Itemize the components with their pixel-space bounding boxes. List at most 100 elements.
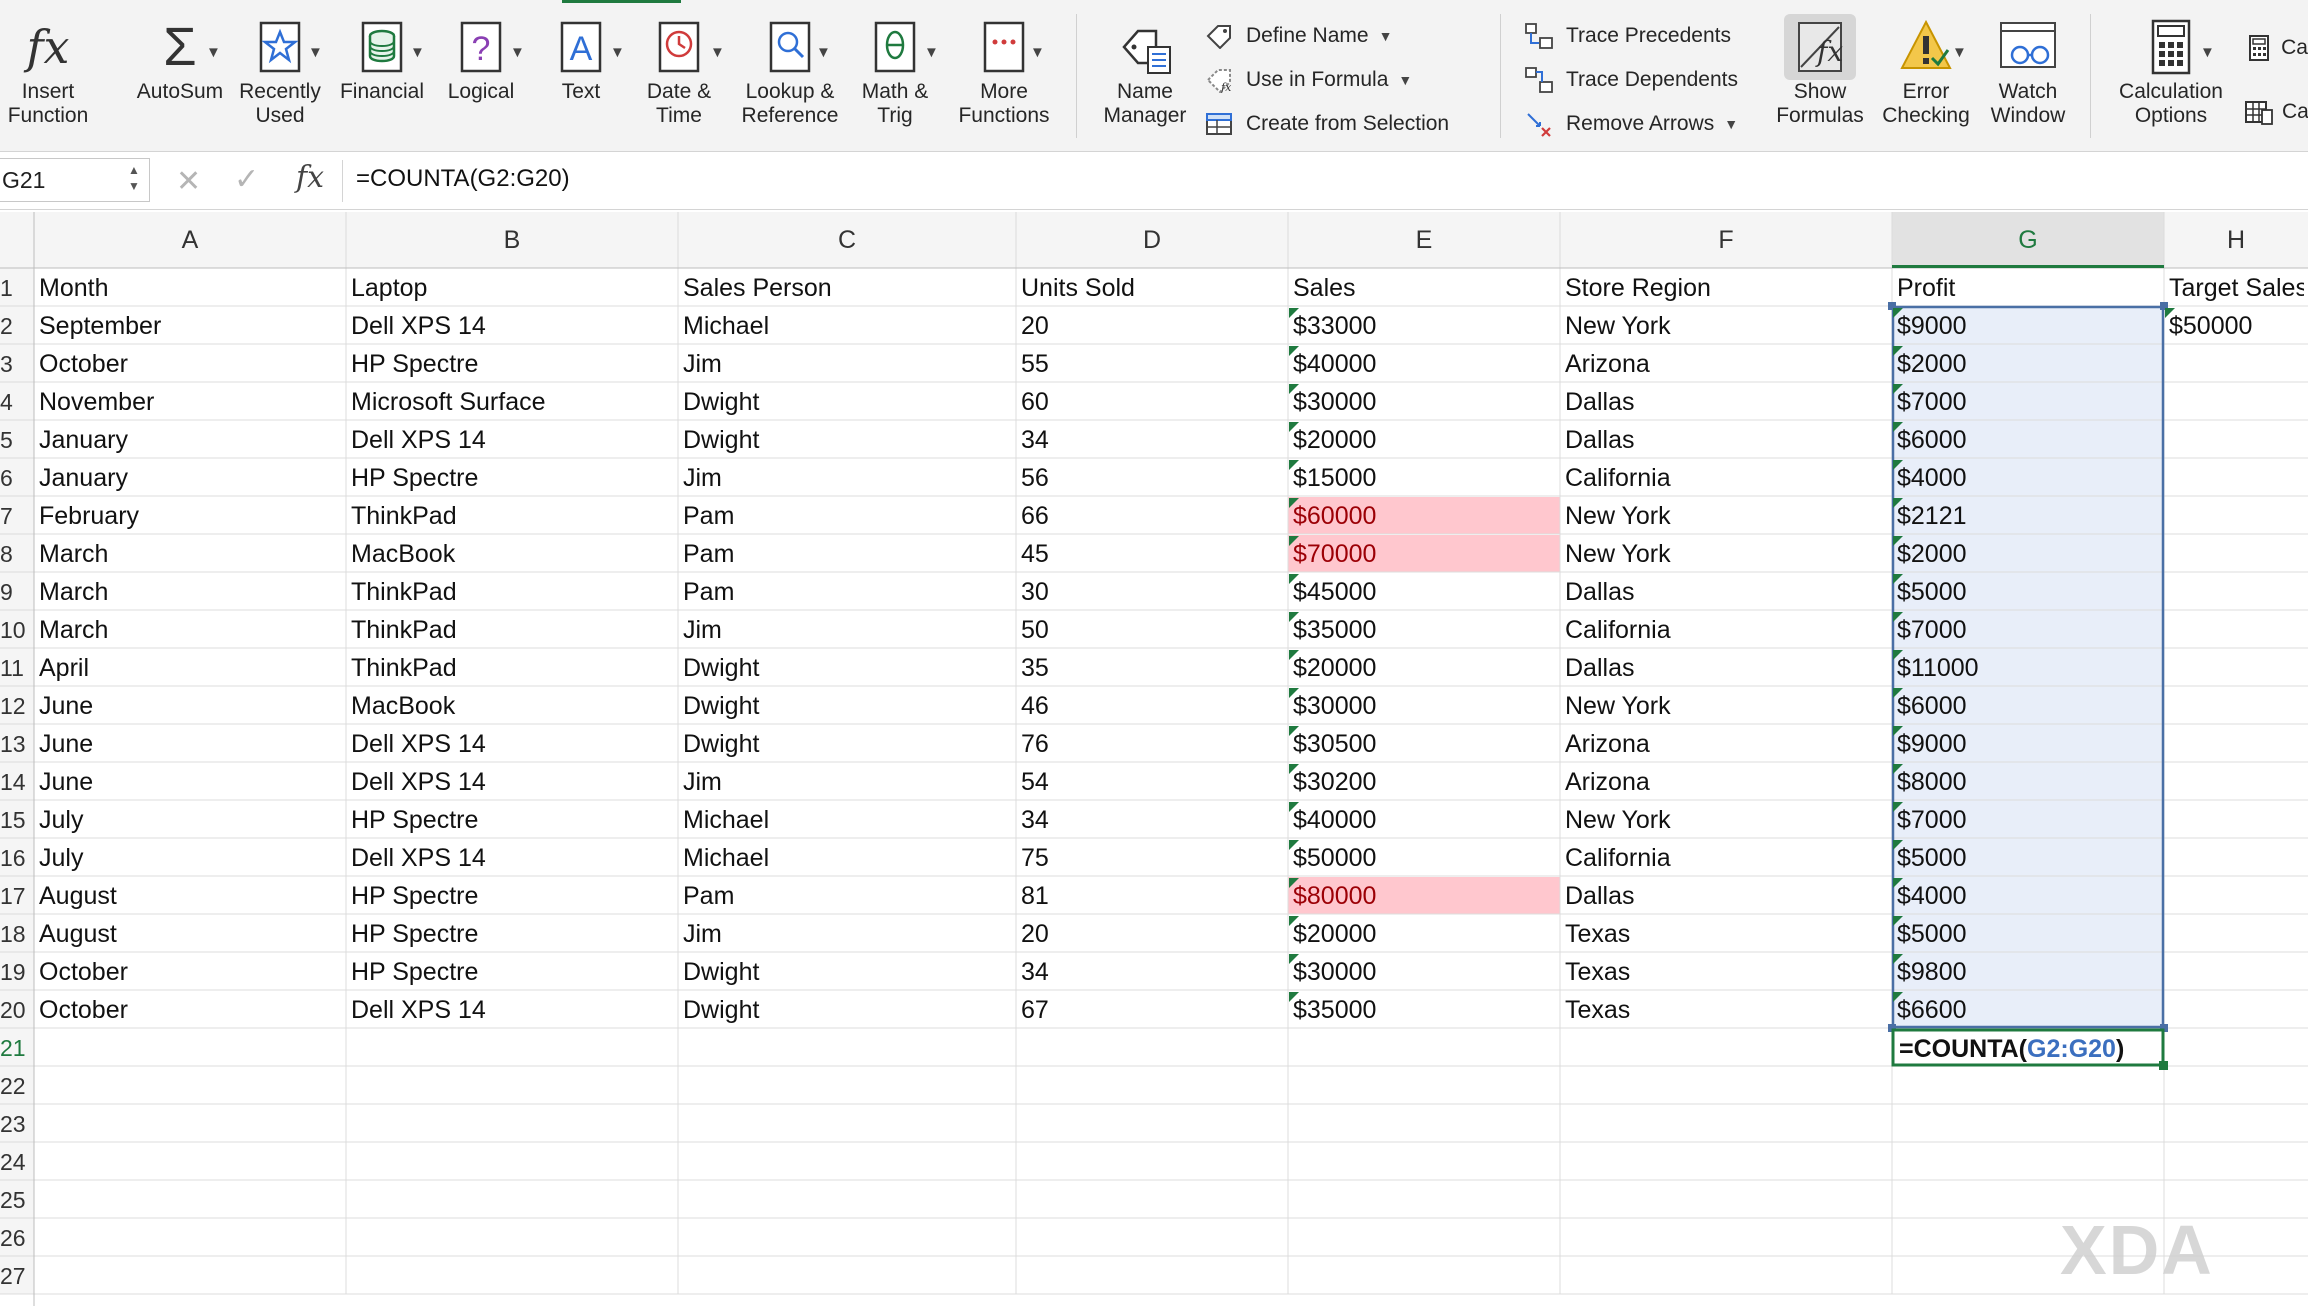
cell-month[interactable]: October [34, 953, 346, 991]
cell-store-region[interactable]: Texas [1560, 953, 1892, 991]
autosum-dropdown-icon[interactable]: ▼ [206, 44, 221, 61]
column-header-f[interactable]: F [1560, 212, 1892, 268]
cell-laptop[interactable]: HP Spectre [346, 345, 678, 383]
cell-sales-person[interactable]: Jim [678, 915, 1016, 953]
cell-month[interactable]: March [34, 573, 346, 611]
create-from-selection-button[interactable]: Create from Selection [1202, 106, 1449, 142]
cell-profit[interactable]: $6000 [1892, 687, 2164, 725]
cell-profit[interactable]: $9000 [1892, 307, 2164, 345]
date-time-dropdown-icon[interactable]: ▼ [710, 44, 725, 61]
cell-units-sold[interactable]: 20 [1016, 307, 1288, 345]
cell-store-region[interactable]: New York [1560, 497, 1892, 535]
cell-profit[interactable]: $2121 [1892, 497, 2164, 535]
cell-sales[interactable]: $15000 [1288, 459, 1560, 497]
cell-laptop[interactable]: Dell XPS 14 [346, 421, 678, 459]
cell-store-region[interactable]: New York [1560, 801, 1892, 839]
more-functions-button[interactable]: More Functions [946, 14, 1062, 128]
row-header-26[interactable]: 26 [0, 1219, 34, 1257]
math-trig-dropdown-icon[interactable]: ▼ [924, 44, 939, 61]
row-header-17[interactable]: 17 [0, 877, 34, 915]
cell-laptop[interactable]: HP Spectre [346, 459, 678, 497]
cell-store-region[interactable]: Dallas [1560, 573, 1892, 611]
trace-dependents-button[interactable]: Trace Dependents [1522, 62, 1738, 98]
cell-sales-person[interactable]: Dwight [678, 421, 1016, 459]
trace-precedents-button[interactable]: Trace Precedents [1522, 18, 1731, 54]
row-header-24[interactable]: 24 [0, 1143, 34, 1181]
show-formulas-button[interactable]: fx Show Formulas [1772, 14, 1868, 128]
cell-month[interactable]: June [34, 687, 346, 725]
cell-store-region[interactable]: New York [1560, 687, 1892, 725]
cell-store-region[interactable]: Texas [1560, 915, 1892, 953]
row-header-22[interactable]: 22 [0, 1067, 34, 1105]
cell-profit[interactable]: $4000 [1892, 459, 2164, 497]
row-header-4[interactable]: 4 [0, 383, 34, 421]
cell-month[interactable]: March [34, 611, 346, 649]
insert-function-fx-icon[interactable]: fx [296, 160, 324, 195]
cell-laptop[interactable]: ThinkPad [346, 649, 678, 687]
cell-sales-person[interactable]: Dwight [678, 725, 1016, 763]
more-functions-dropdown-icon[interactable]: ▼ [1030, 44, 1045, 61]
cell-sales-person[interactable]: Dwight [678, 953, 1016, 991]
cell-store-region[interactable]: Arizona [1560, 763, 1892, 801]
define-name-button[interactable]: Define Name ▼ [1202, 18, 1392, 54]
row-header-12[interactable]: 12 [0, 687, 34, 725]
cell-profit[interactable]: $5000 [1892, 915, 2164, 953]
column-header-h[interactable]: H [2164, 212, 2308, 268]
cell-month[interactable]: March [34, 535, 346, 573]
column-header-a[interactable]: A [34, 212, 346, 268]
cell-month[interactable]: June [34, 725, 346, 763]
cell-profit[interactable]: $7000 [1892, 383, 2164, 421]
cell-units-sold[interactable]: 54 [1016, 763, 1288, 801]
financial-dropdown-icon[interactable]: ▼ [410, 44, 425, 61]
column-header-e[interactable]: E [1288, 212, 1560, 268]
cell-profit[interactable]: $9000 [1892, 725, 2164, 763]
cell-profit[interactable]: $4000 [1892, 877, 2164, 915]
cell-sales[interactable]: $30500 [1288, 725, 1560, 763]
header-cell-units-sold[interactable]: Units Sold [1016, 269, 1288, 307]
cell-sales[interactable]: $33000 [1288, 307, 1560, 345]
cell-laptop[interactable]: HP Spectre [346, 877, 678, 915]
cell-laptop[interactable]: MacBook [346, 687, 678, 725]
cell-store-region[interactable]: Arizona [1560, 345, 1892, 383]
cell-sales[interactable]: $70000 [1288, 535, 1560, 573]
row-header-15[interactable]: 15 [0, 801, 34, 839]
row-header-8[interactable]: 8 [0, 535, 34, 573]
cell-store-region[interactable]: California [1560, 459, 1892, 497]
define-name-dropdown-icon[interactable]: ▼ [1379, 28, 1393, 44]
cell-month[interactable]: November [34, 383, 346, 421]
calculation-options-dropdown-icon[interactable]: ▼ [2200, 44, 2215, 61]
cell-laptop[interactable]: MacBook [346, 535, 678, 573]
cell-laptop[interactable]: Dell XPS 14 [346, 725, 678, 763]
cell-laptop[interactable]: ThinkPad [346, 573, 678, 611]
cell-units-sold[interactable]: 20 [1016, 915, 1288, 953]
cell-laptop[interactable]: HP Spectre [346, 801, 678, 839]
cell-sales[interactable]: $60000 [1288, 497, 1560, 535]
cell-sales[interactable]: $80000 [1288, 877, 1560, 915]
remove-arrows-button[interactable]: Remove Arrows ▼ [1522, 106, 1738, 142]
cell-sales-person[interactable]: Dwight [678, 991, 1016, 1029]
cell-units-sold[interactable]: 34 [1016, 801, 1288, 839]
cell-units-sold[interactable]: 81 [1016, 877, 1288, 915]
row-header-2[interactable]: 2 [0, 307, 34, 345]
row-header-3[interactable]: 3 [0, 345, 34, 383]
cell-store-region[interactable]: Dallas [1560, 383, 1892, 421]
cell-sales[interactable]: $35000 [1288, 611, 1560, 649]
logical-dropdown-icon[interactable]: ▼ [510, 44, 525, 61]
cell-profit[interactable]: $6000 [1892, 421, 2164, 459]
cell-laptop[interactable]: ThinkPad [346, 611, 678, 649]
cell-laptop[interactable]: HP Spectre [346, 953, 678, 991]
cell-units-sold[interactable]: 66 [1016, 497, 1288, 535]
cell-laptop[interactable]: Dell XPS 14 [346, 839, 678, 877]
cell-store-region[interactable]: Texas [1560, 991, 1892, 1029]
cell-month[interactable]: February [34, 497, 346, 535]
row-header-23[interactable]: 23 [0, 1105, 34, 1143]
calculate-now-button[interactable]: Ca [2244, 30, 2308, 66]
row-header-19[interactable]: 19 [0, 953, 34, 991]
cell-month[interactable]: September [34, 307, 346, 345]
row-header-14[interactable]: 14 [0, 763, 34, 801]
cell-profit[interactable]: $5000 [1892, 839, 2164, 877]
recently-used-dropdown-icon[interactable]: ▼ [308, 44, 323, 61]
cell-sales-person[interactable]: Dwight [678, 383, 1016, 421]
cell-sales[interactable]: $30200 [1288, 763, 1560, 801]
cell-laptop[interactable]: HP Spectre [346, 915, 678, 953]
